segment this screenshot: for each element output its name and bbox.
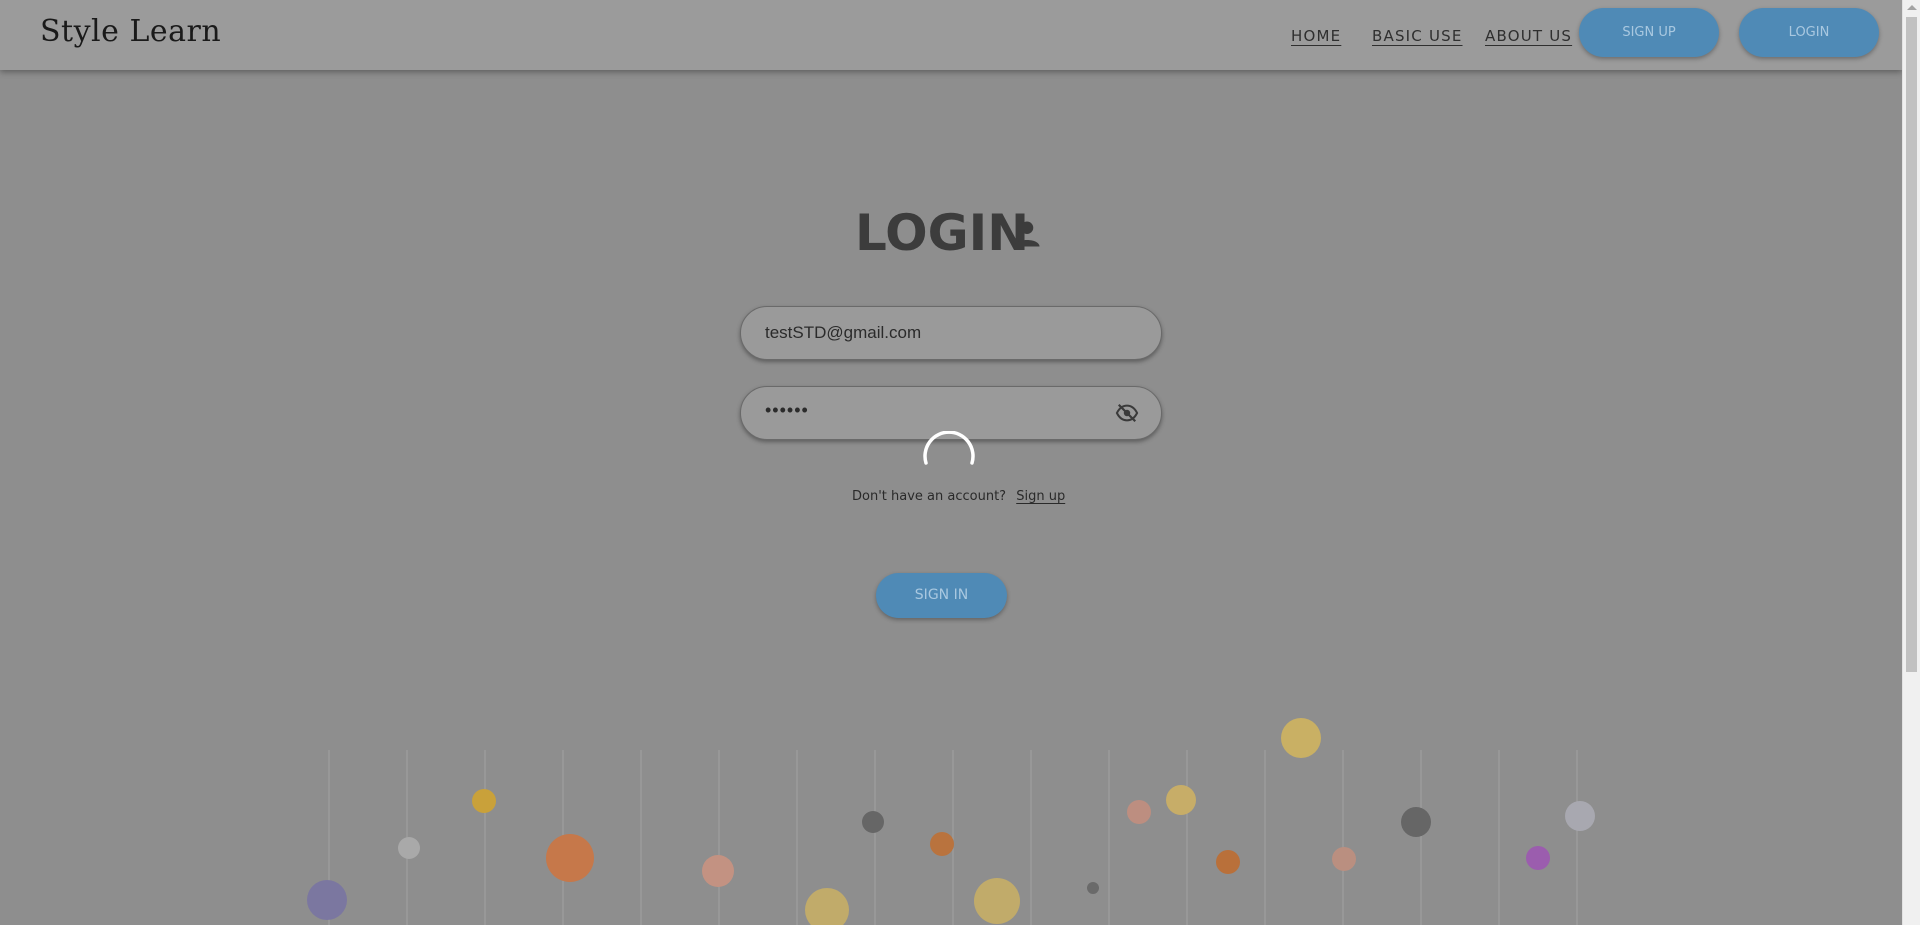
- bubble: [546, 834, 594, 882]
- page: Style Learn HOME BASIC USE ABOUT US SIGN…: [0, 0, 1902, 925]
- site-logo[interactable]: Style Learn: [40, 14, 221, 49]
- bubble: [1127, 800, 1151, 824]
- bubble: [1565, 801, 1595, 831]
- nav-home-link[interactable]: HOME: [1291, 27, 1341, 45]
- header-signup-button[interactable]: SIGN UP: [1579, 8, 1719, 57]
- bubble: [1401, 807, 1431, 837]
- bubble: [930, 832, 954, 856]
- bubble: [974, 878, 1020, 924]
- bubble: [1332, 847, 1356, 871]
- bubble: [1281, 718, 1321, 758]
- decorative-lines: [328, 750, 1578, 925]
- bubble: [862, 811, 884, 833]
- scrollbar-thumb[interactable]: [1906, 17, 1917, 672]
- top-navbar: Style Learn HOME BASIC USE ABOUT US SIGN…: [0, 0, 1902, 70]
- bubble: [1216, 850, 1240, 874]
- bubble: [702, 855, 734, 887]
- bubble: [307, 880, 347, 920]
- bubble: [1087, 882, 1099, 894]
- bubble: [1166, 785, 1196, 815]
- bubble: [1526, 846, 1550, 870]
- bubble: [398, 837, 420, 859]
- bubble: [472, 789, 496, 813]
- nav-basic-use-link[interactable]: BASIC USE: [1372, 27, 1463, 45]
- nav-about-us-link[interactable]: ABOUT US: [1485, 27, 1572, 45]
- page-scrollbar[interactable]: [1902, 0, 1920, 925]
- scroll-up-arrow-icon[interactable]: [1907, 5, 1917, 10]
- decorative-bubbles: [307, 718, 1595, 925]
- header-login-button[interactable]: LOGIN: [1739, 8, 1879, 57]
- bubble: [805, 888, 849, 925]
